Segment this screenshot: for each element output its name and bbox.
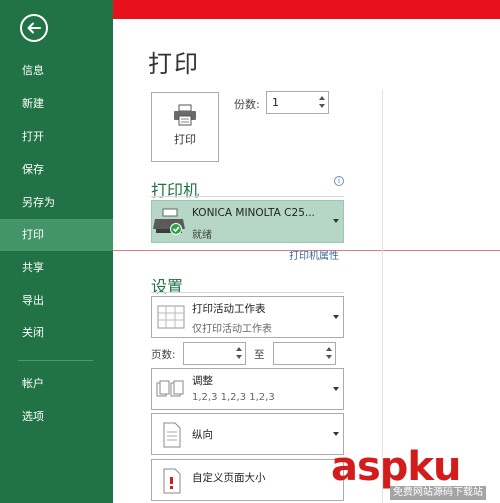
nav-item-open[interactable]: 打开 (0, 121, 113, 153)
printer-device-icon (153, 208, 185, 235)
printer-status: 就绪 (192, 230, 212, 241)
nav-item-new[interactable]: 新建 (0, 88, 113, 120)
printer-section-title: 打印机 (151, 181, 200, 200)
paper-size-icon (163, 468, 181, 494)
copies-value: 1 (272, 96, 279, 109)
settings-section-divider (151, 292, 344, 293)
chevron-down-icon (333, 432, 339, 436)
back-arrow-icon (27, 22, 41, 34)
collate-description: 1,2,3 1,2,3 1,2,3 (192, 392, 275, 403)
preview-separator (382, 90, 383, 503)
nav-item-save[interactable]: 保存 (0, 154, 113, 186)
printer-icon (174, 104, 196, 126)
page-title: 打印 (148, 50, 200, 78)
pages-label: 页数: (151, 349, 176, 361)
print-what-description: 仅打印活动工作表 (192, 324, 272, 335)
worksheet-grid-icon (157, 305, 185, 329)
nav-item-info[interactable]: 信息 (0, 55, 113, 87)
collate-dropdown[interactable]: 调整 1,2,3 1,2,3 1,2,3 (151, 368, 344, 410)
print-button-label: 打印 (174, 133, 196, 146)
printer-dropdown[interactable]: KONICA MINOLTA C25... 就绪 (151, 200, 344, 243)
nav-item-export[interactable]: 导出 (0, 285, 113, 317)
page-from-stepper[interactable] (183, 342, 246, 365)
chevron-down-icon (333, 219, 339, 223)
printer-section-divider (151, 196, 344, 197)
nav-item-print[interactable]: 打印 (0, 219, 113, 251)
printer-name: KONICA MINOLTA C25... (192, 207, 315, 219)
copies-decrement-button[interactable] (317, 102, 326, 111)
page-to-decrement[interactable] (324, 353, 333, 362)
portrait-page-icon (163, 422, 181, 448)
top-bar (113, 0, 500, 19)
copies-label: 份数: (234, 98, 260, 111)
paper-size-dropdown[interactable]: 自定义页面大小 (151, 459, 344, 501)
page-to-stepper[interactable] (273, 342, 336, 365)
copies-stepper[interactable]: 1 (266, 91, 329, 114)
orientation-dropdown[interactable]: 纵向 (151, 413, 344, 455)
nav-item-save-as[interactable]: 另存为 (0, 187, 113, 219)
settings-section-title: 设置 (151, 277, 184, 296)
collate-pages-icon (156, 380, 184, 397)
info-icon[interactable]: i (334, 176, 344, 186)
chevron-down-icon (333, 387, 339, 391)
collate-value: 调整 (192, 375, 213, 387)
nav-separator (18, 360, 93, 361)
red-guide-line (113, 250, 500, 251)
chevron-down-icon (333, 315, 339, 319)
paper-size-value: 自定义页面大小 (192, 472, 266, 484)
nav-item-close[interactable]: 关闭 (0, 317, 113, 349)
backstage-sidebar: 信息 新建 打开 保存 另存为 打印 共享 导出 关闭 帐户 选项 (0, 0, 113, 503)
orientation-value: 纵向 (192, 429, 213, 441)
back-button[interactable] (20, 14, 48, 42)
nav-item-account[interactable]: 帐户 (0, 368, 113, 400)
print-button[interactable]: 打印 (151, 92, 219, 162)
print-what-value: 打印活动工作表 (192, 303, 266, 315)
watermark-logo: aspku (331, 444, 462, 490)
nav-item-share[interactable]: 共享 (0, 252, 113, 284)
print-what-dropdown[interactable]: 打印活动工作表 仅打印活动工作表 (151, 296, 344, 338)
to-label: 至 (254, 349, 265, 361)
page-from-decrement[interactable] (234, 353, 243, 362)
nav-item-options[interactable]: 选项 (0, 401, 113, 433)
watermark-caption: 免费网站源码下载站 (390, 486, 486, 500)
